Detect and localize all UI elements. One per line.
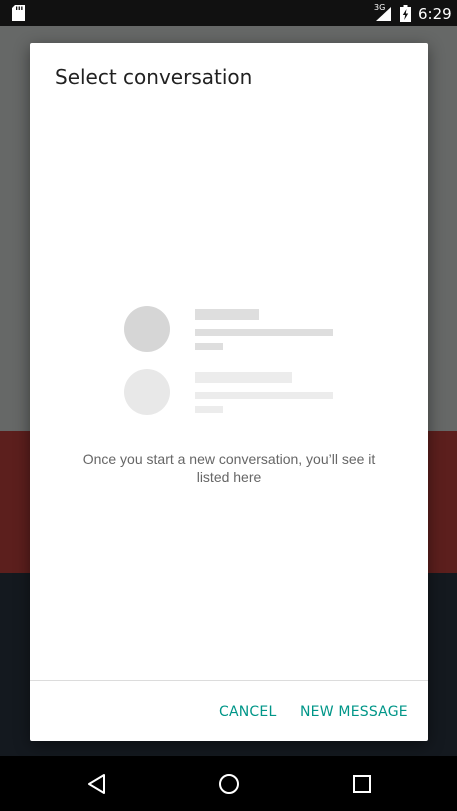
conversation-list-placeholder-icon <box>124 306 333 415</box>
select-conversation-dialog: Select conversation Once you start a new… <box>30 43 428 741</box>
placeholder-line-2c <box>195 406 223 413</box>
battery-charging-icon <box>400 5 411 22</box>
signal-icon <box>376 7 391 21</box>
recents-icon[interactable] <box>349 771 375 797</box>
cancel-button[interactable]: CANCEL <box>213 695 282 729</box>
home-icon[interactable] <box>216 771 242 797</box>
sd-card-icon <box>12 5 25 21</box>
dialog-footer-divider <box>30 680 428 681</box>
placeholder-line-1a <box>195 309 259 320</box>
placeholder-line-1c <box>195 343 223 350</box>
placeholder-line-2a <box>195 372 292 383</box>
navigation-bar <box>0 756 457 811</box>
status-bar: 3G 6:29 <box>0 0 457 26</box>
back-icon[interactable] <box>84 771 110 797</box>
empty-state-message: Once you start a new conversation, you’l… <box>82 451 376 485</box>
placeholder-line-1b <box>195 329 333 336</box>
placeholder-avatar-2 <box>124 369 170 415</box>
new-message-button[interactable]: NEW MESSAGE <box>294 695 414 729</box>
status-clock: 6:29 <box>418 5 452 23</box>
dialog-title: Select conversation <box>55 65 253 89</box>
placeholder-avatar-1 <box>124 306 170 352</box>
placeholder-line-2b <box>195 392 333 399</box>
